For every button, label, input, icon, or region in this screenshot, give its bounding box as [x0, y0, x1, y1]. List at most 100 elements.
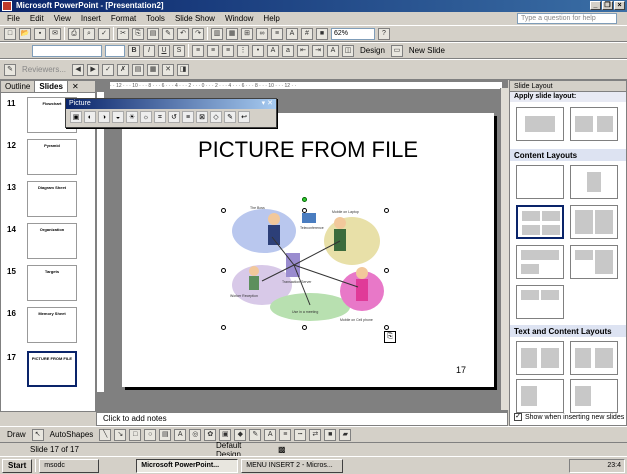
- paste-icon[interactable]: ▤: [147, 27, 159, 40]
- 3d-style-icon[interactable]: ▰: [339, 428, 352, 441]
- draw-menu-button[interactable]: Draw: [4, 429, 29, 441]
- clipart-picture[interactable]: The Boss Mobile on Laptop Teleconference…: [222, 201, 390, 325]
- layout-thumbnail[interactable]: [570, 341, 618, 375]
- line-style-icon[interactable]: ≡: [182, 111, 194, 123]
- rotate-left-icon[interactable]: ↺: [168, 111, 180, 123]
- taskbar-item[interactable]: MENU INSERT 2 - Micros...: [241, 458, 344, 473]
- insert-comment-icon[interactable]: ▤: [132, 63, 145, 76]
- ask-question-input[interactable]: Type a question for help: [517, 13, 617, 24]
- more-contrast-icon[interactable]: ◑: [98, 111, 110, 123]
- insert-table-icon[interactable]: ▦: [226, 27, 238, 40]
- underline-icon[interactable]: U: [158, 44, 170, 57]
- resize-handle[interactable]: [384, 325, 389, 330]
- notes-pane[interactable]: Click to add notes: [96, 412, 508, 426]
- reviewing-pane-icon[interactable]: ◨: [177, 63, 190, 76]
- show-formatting-icon[interactable]: A: [286, 27, 298, 40]
- menu-format[interactable]: Format: [106, 14, 141, 23]
- decrease-font-icon[interactable]: a: [282, 44, 294, 57]
- layout-thumbnail-selected[interactable]: [516, 205, 564, 239]
- menu-window[interactable]: Window: [220, 14, 258, 23]
- slide-canvas[interactable]: PICTURE FROM FILE The Boss Mobile on Lap…: [122, 113, 494, 387]
- set-transparent-icon[interactable]: ✎: [224, 111, 236, 123]
- open-icon[interactable]: 📂: [19, 27, 31, 40]
- bullets-icon[interactable]: •: [252, 44, 264, 57]
- show-when-inserting-option[interactable]: ✓ Show when inserting new slides: [514, 413, 624, 421]
- layout-thumbnail[interactable]: [516, 107, 564, 141]
- layout-thumbnail[interactable]: [570, 165, 618, 199]
- format-painter-icon[interactable]: ✎: [162, 27, 174, 40]
- permission-icon[interactable]: ✉: [49, 27, 61, 40]
- textbox-icon[interactable]: ▤: [159, 428, 172, 441]
- tables-borders-icon[interactable]: ⊞: [241, 27, 253, 40]
- shadow-style-icon[interactable]: ■: [324, 428, 337, 441]
- insert-picture-icon[interactable]: ▣: [70, 111, 82, 123]
- copy-icon[interactable]: ⎘: [132, 27, 144, 40]
- align-right-icon[interactable]: ≡: [222, 44, 234, 57]
- shadow-icon[interactable]: S: [173, 44, 185, 57]
- format-picture-icon[interactable]: ◇: [210, 111, 222, 123]
- markup-icon[interactable]: ✎: [4, 63, 16, 76]
- bold-icon[interactable]: B: [128, 44, 140, 57]
- less-contrast-icon[interactable]: ◒: [112, 111, 124, 123]
- crop-icon[interactable]: ⌗: [154, 111, 166, 123]
- more-brightness-icon[interactable]: ☀: [126, 111, 138, 123]
- italic-icon[interactable]: I: [143, 44, 155, 57]
- new-slide-button[interactable]: New Slide: [406, 45, 448, 57]
- resize-handle[interactable]: [302, 325, 307, 330]
- line-icon[interactable]: ╲: [99, 428, 112, 441]
- slide-thumbnail-selected[interactable]: 17 PICTURE FROM FILE: [1, 349, 95, 389]
- align-left-icon[interactable]: ≡: [192, 44, 204, 57]
- save-icon[interactable]: ▪: [34, 27, 46, 40]
- toolbar-close-icon[interactable]: ▾ ✕: [262, 99, 276, 109]
- slide-thumbnail[interactable]: 15 Targets: [1, 263, 95, 303]
- cut-icon[interactable]: ✂: [117, 27, 129, 40]
- decrease-indent-icon[interactable]: ⇤: [297, 44, 309, 57]
- color-icon[interactable]: ◐: [84, 111, 96, 123]
- restore-button[interactable]: ❐: [602, 1, 613, 10]
- diagram-icon[interactable]: ◎: [189, 428, 202, 441]
- resize-handle[interactable]: [221, 325, 226, 330]
- menu-tools[interactable]: Tools: [141, 14, 170, 23]
- undo-icon[interactable]: ↶: [177, 27, 189, 40]
- paste-options-icon[interactable]: ⎘: [384, 331, 396, 343]
- vertical-scrollbar[interactable]: [500, 88, 509, 410]
- print-icon[interactable]: ⎙: [68, 27, 80, 40]
- taskbar-item-active[interactable]: Microsoft PowerPoint...: [136, 458, 239, 473]
- increase-font-icon[interactable]: A: [267, 44, 279, 57]
- zoom-combo[interactable]: 62%: [331, 27, 375, 40]
- new-slide-icon[interactable]: ▭: [390, 44, 403, 57]
- close-button[interactable]: ×: [614, 1, 625, 10]
- color-grayscale-icon[interactable]: ■: [316, 27, 328, 40]
- reviewers-button[interactable]: Reviewers...: [19, 64, 69, 76]
- layout-thumbnail[interactable]: [570, 107, 618, 141]
- help-icon[interactable]: ?: [378, 27, 390, 40]
- arrow-style-icon[interactable]: ⇄: [309, 428, 322, 441]
- font-size-combo[interactable]: [105, 44, 125, 57]
- layout-thumbnail[interactable]: [570, 205, 618, 239]
- resize-handle[interactable]: [302, 208, 307, 213]
- dash-style-icon[interactable]: ┅: [294, 428, 307, 441]
- arrow-icon[interactable]: ↘: [114, 428, 127, 441]
- resize-handle[interactable]: [384, 268, 389, 273]
- font-color-icon[interactable]: A: [327, 44, 339, 57]
- slide-title[interactable]: PICTURE FROM FILE: [122, 137, 494, 163]
- menu-file[interactable]: File: [2, 14, 25, 23]
- minimize-button[interactable]: _: [590, 1, 601, 10]
- center-icon[interactable]: ≡: [207, 44, 219, 57]
- redo-icon[interactable]: ↷: [192, 27, 204, 40]
- print-preview-icon[interactable]: ⌕: [83, 27, 95, 40]
- layout-thumbnail[interactable]: [570, 379, 618, 413]
- delete-comment-icon[interactable]: ✕: [162, 63, 175, 76]
- layout-thumbnail[interactable]: [516, 165, 564, 199]
- edit-comment-icon[interactable]: ▦: [147, 63, 160, 76]
- slide-thumbnail[interactable]: 14 Organization: [1, 221, 95, 261]
- increase-indent-icon[interactable]: ⇥: [312, 44, 324, 57]
- numbering-icon[interactable]: ⋮: [237, 44, 249, 57]
- insert-hyperlink-icon[interactable]: ∞: [256, 27, 268, 40]
- insert-chart-icon[interactable]: ▥: [211, 27, 223, 40]
- font-combo[interactable]: [32, 44, 102, 57]
- oval-icon[interactable]: ○: [144, 428, 157, 441]
- wordart-icon[interactable]: A: [174, 428, 187, 441]
- layout-thumbnail[interactable]: [516, 341, 564, 375]
- autoshapes-button[interactable]: AutoShapes: [47, 429, 97, 441]
